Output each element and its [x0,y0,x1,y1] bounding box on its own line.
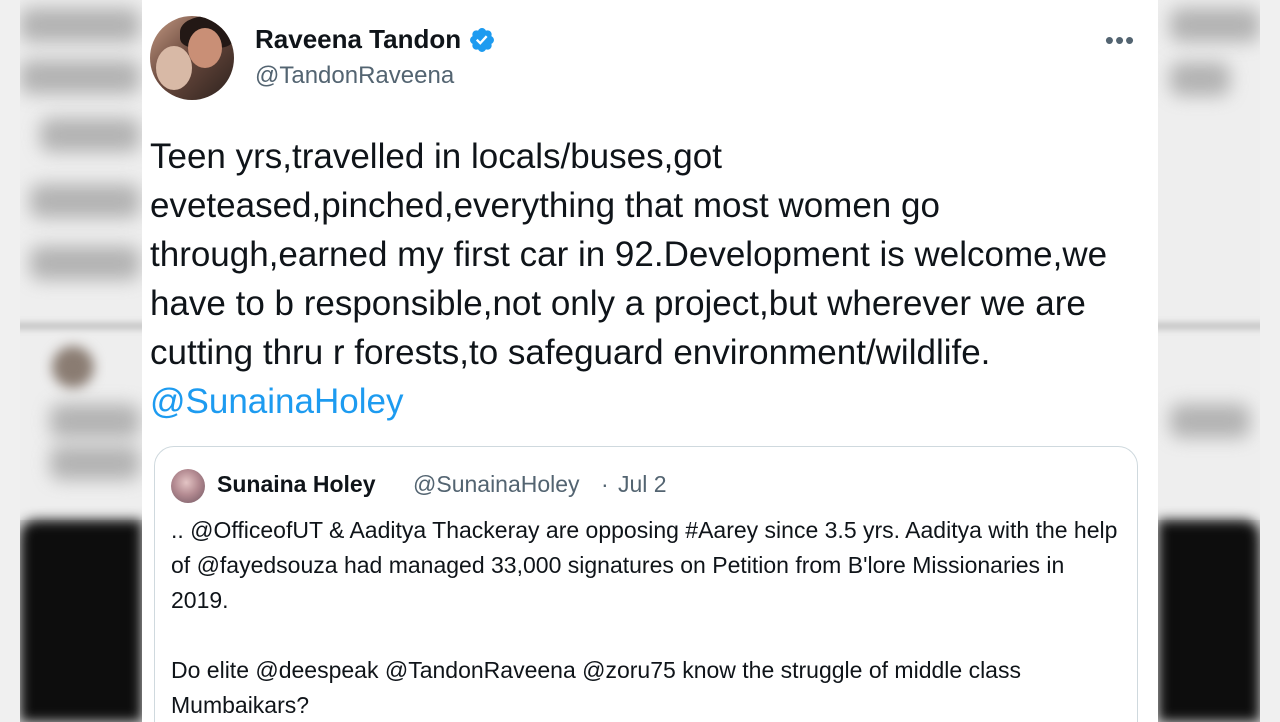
avatar-face [188,28,222,68]
background-dark-panel [1158,520,1260,722]
background-edge [1260,0,1280,722]
background-blur [1170,404,1250,438]
quoted-avatar[interactable] [171,469,205,503]
background-blur [1170,62,1230,96]
tweet-header: Raveena Tandon @TandonRaveena ••• [150,16,1158,106]
verified-badge-icon [470,28,494,52]
quoted-paragraph: .. @OfficeofUT & Aaditya Thackeray are o… [171,517,1118,613]
background-blur [50,404,140,438]
background-blur [30,246,140,280]
quoted-author-name[interactable]: Sunaina Holey [217,471,375,498]
quoted-paragraph: Do elite @deespeak @TandonRaveena @zoru7… [171,657,1021,718]
quoted-author-handle[interactable]: @SunainaHoley [413,471,580,498]
quoted-tweet[interactable]: Sunaina Holey @SunainaHoley · Jul 2 .. @… [154,446,1138,722]
background-edge [0,0,20,722]
tweet-body: Teen yrs,travelled in locals/buses,got e… [150,137,1108,372]
background-avatar [52,346,94,388]
mention-link[interactable]: @SunainaHoley [150,382,403,421]
quoted-date[interactable]: Jul 2 [618,471,667,498]
tweet-card: Raveena Tandon @TandonRaveena ••• Teen y… [142,0,1158,722]
background-blur [20,60,140,94]
background-blur [30,184,140,218]
background-dark-panel [20,520,142,722]
author-handle[interactable]: @TandonRaveena [255,62,454,90]
background-blur [20,8,140,42]
quoted-text: .. @OfficeofUT & Aaditya Thackeray are o… [171,513,1121,722]
author-avatar[interactable] [150,16,234,100]
author-name[interactable]: Raveena Tandon [255,24,461,55]
background-blur [40,118,140,152]
separator-dot: · [601,471,609,497]
background-blur [50,446,140,480]
tweet-text: Teen yrs,travelled in locals/buses,got e… [150,132,1140,426]
avatar-face [156,46,192,90]
more-options-icon[interactable]: ••• [1100,27,1140,53]
background-blur [1170,8,1260,42]
